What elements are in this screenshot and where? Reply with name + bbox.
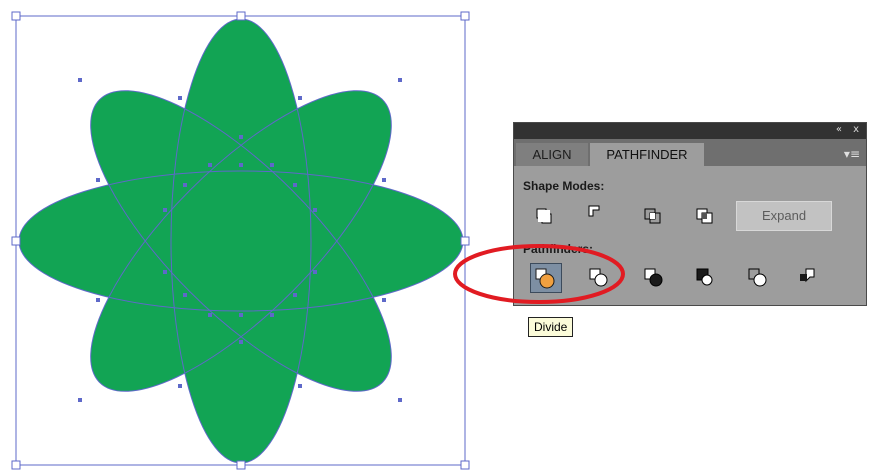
close-icon[interactable]: x [853, 124, 859, 135]
crop-icon [696, 268, 713, 286]
minus-front-icon [588, 205, 600, 217]
handle-top-middle[interactable] [236, 11, 246, 21]
minus-front-button[interactable] [583, 201, 609, 225]
merge-icon [644, 268, 663, 287]
highlight-ring [453, 244, 625, 304]
minus-back-icon [800, 268, 815, 283]
panel-menu-icon[interactable]: ▾≡ [844, 147, 860, 161]
panel-tab-row: ALIGN PATHFINDER ▾≡ [514, 139, 866, 166]
unite-button[interactable] [531, 204, 557, 228]
collapse-icon[interactable]: « [836, 124, 842, 135]
tab-align[interactable]: ALIGN [516, 143, 588, 166]
outline-icon [748, 268, 767, 287]
handle-middle-left[interactable] [11, 236, 21, 246]
intersect-button[interactable] [640, 204, 666, 228]
flower-artwork[interactable] [18, 18, 464, 464]
shape-modes-label: Shape Modes: [523, 179, 605, 193]
handle-bottom-middle[interactable] [236, 460, 246, 470]
handle-bottom-right[interactable] [460, 460, 470, 470]
outline-button[interactable] [744, 265, 770, 289]
exclude-button[interactable] [692, 204, 718, 228]
intersect-icon [644, 208, 661, 224]
panel-titlebar[interactable]: « x [514, 123, 866, 139]
handle-top-left[interactable] [11, 11, 21, 21]
minus-back-button[interactable] [794, 263, 820, 287]
unite-icon [536, 208, 552, 224]
merge-button[interactable] [640, 265, 666, 289]
crop-button[interactable] [692, 265, 718, 289]
expand-button[interactable]: Expand [736, 201, 832, 231]
handle-bottom-left[interactable] [11, 460, 21, 470]
handle-top-right[interactable] [460, 11, 470, 21]
tab-pathfinder[interactable]: PATHFINDER [590, 143, 704, 166]
exclude-icon [696, 208, 713, 224]
divide-tooltip: Divide [528, 317, 574, 337]
